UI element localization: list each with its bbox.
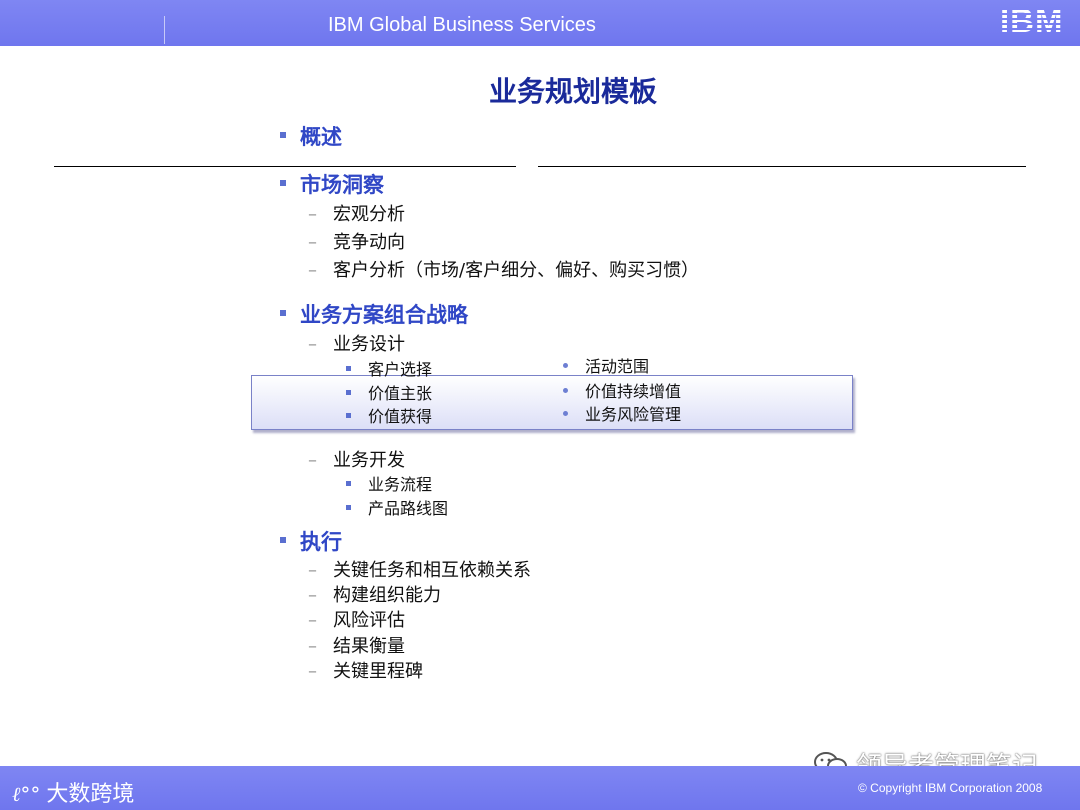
bullet-market-label: 市场洞察 [300, 173, 384, 197]
square-bullet-icon [280, 537, 286, 543]
square-bullet-icon [346, 413, 351, 418]
design-left-item: 客户选择 [346, 356, 432, 380]
design-right-item-label: 业务风险管理 [585, 405, 682, 424]
design-right-item: 价值持续增值 [563, 378, 681, 402]
strategy-dev-label: 业务开发 [333, 450, 405, 471]
divider-line-left [54, 166, 516, 167]
design-right-item: 业务风险管理 [563, 401, 681, 425]
dash-bullet: – [308, 585, 317, 606]
dev-item: 产品路线图 [346, 495, 448, 519]
market-item: – 客户分析（市场/客户细分、偏好、购买习惯） [308, 256, 699, 282]
brand-left: ℓ°° 大数跨境 [12, 776, 134, 808]
design-left-item: 价值主张 [346, 380, 432, 404]
execute-item-label: 风险评估 [333, 610, 405, 631]
square-bullet-icon [280, 132, 286, 138]
bullet-strategy: 业务方案组合战略 [280, 299, 468, 329]
bullet-execute: 执行 [280, 526, 342, 556]
dev-item-label: 业务流程 [368, 475, 433, 494]
execute-item-label: 关键里程碑 [333, 661, 423, 682]
execute-item-label: 关键任务和相互依赖关系 [333, 560, 531, 581]
strategy-dev: – 业务开发 [308, 446, 405, 472]
dot-bullet-icon [563, 363, 568, 368]
design-left-item-label: 价值获得 [368, 407, 433, 426]
header-title: IBM Global Business Services [328, 14, 596, 36]
square-bullet-icon [280, 180, 286, 186]
strategy-design: – 业务设计 [308, 330, 405, 356]
market-item-label: 客户分析（市场/客户细分、偏好、购买习惯） [333, 260, 700, 281]
header-divider [164, 16, 165, 44]
highlight-box [251, 375, 853, 430]
design-right-item-label: 价值持续增值 [585, 382, 682, 401]
market-item: – 竞争动向 [308, 228, 405, 254]
ibm-logo: IBM [1000, 4, 1072, 37]
square-bullet-icon [346, 366, 351, 371]
bullet-overview-label: 概述 [300, 125, 342, 149]
dash-bullet: – [308, 334, 317, 355]
market-item-label: 宏观分析 [333, 204, 405, 225]
execute-item: – 构建组织能力 [308, 581, 441, 607]
bullet-execute-label: 执行 [300, 530, 342, 554]
strategy-design-label: 业务设计 [333, 334, 405, 355]
dash-bullet: – [308, 204, 317, 225]
execute-item: – 关键里程碑 [308, 657, 423, 683]
dot-bullet-icon [563, 388, 568, 393]
dash-bullet: – [308, 661, 317, 682]
copyright: © Copyright IBM Corporation 2008 [858, 781, 1043, 795]
dev-item-label: 产品路线图 [368, 499, 449, 518]
brand-logo-icon: ℓ°° [12, 782, 41, 806]
design-right-item: 活动范围 [563, 353, 649, 377]
design-right-item-label: 活动范围 [585, 357, 650, 376]
bullet-market: 市场洞察 [280, 169, 384, 199]
execute-item-label: 构建组织能力 [333, 585, 441, 606]
market-item: – 宏观分析 [308, 200, 405, 226]
square-bullet-icon [280, 310, 286, 316]
dash-bullet: – [308, 450, 317, 471]
dash-bullet: – [308, 560, 317, 581]
divider-line-right [538, 166, 1026, 167]
page-title: 业务规划模板 [488, 75, 657, 108]
dot-bullet-icon [563, 411, 568, 416]
dash-bullet: – [308, 610, 317, 631]
brand-text: 大数跨境 [46, 782, 135, 807]
square-bullet-icon [346, 481, 351, 486]
square-bullet-icon [346, 505, 351, 510]
header-bar: IBM Global Business Services IBM [0, 0, 1080, 46]
market-item-label: 竞争动向 [333, 232, 405, 253]
bullet-strategy-label: 业务方案组合战略 [300, 303, 468, 327]
dash-bullet: – [308, 636, 317, 657]
execute-item: – 关键任务和相互依赖关系 [308, 556, 531, 582]
dash-bullet: – [308, 260, 317, 281]
design-left-item-label: 客户选择 [368, 360, 433, 379]
square-bullet-icon [346, 390, 351, 395]
bullet-overview: 概述 [280, 121, 342, 151]
execute-item: – 风险评估 [308, 606, 405, 632]
design-left-item-label: 价值主张 [368, 384, 433, 403]
dash-bullet: – [308, 232, 317, 253]
execute-item-label: 结果衡量 [333, 636, 405, 657]
design-left-item: 价值获得 [346, 403, 432, 427]
execute-item: – 结果衡量 [308, 632, 405, 658]
dev-item: 业务流程 [346, 471, 432, 495]
